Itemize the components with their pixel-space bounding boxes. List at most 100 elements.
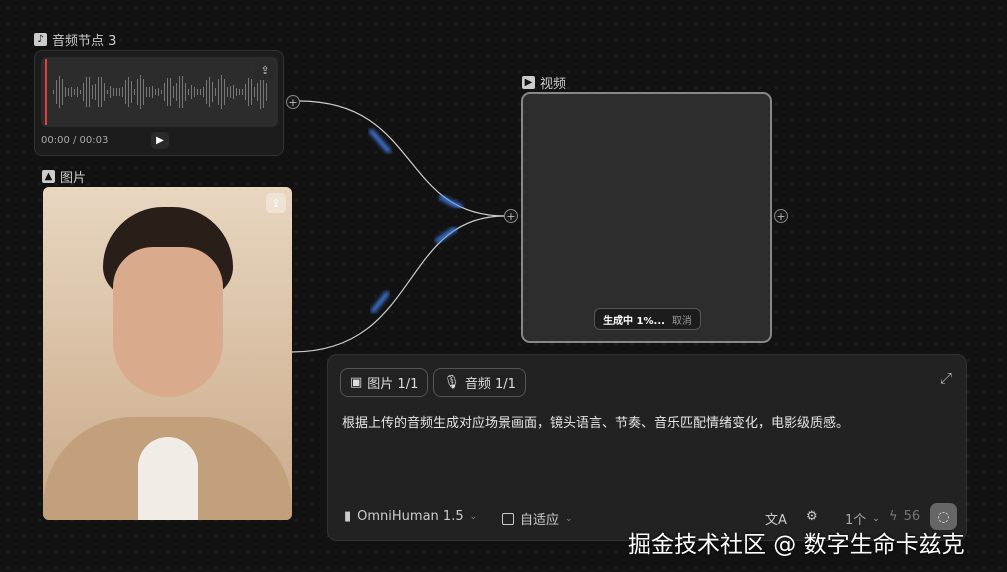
waveform-bar: [59, 75, 60, 109]
portrait-image[interactable]: ⇪: [43, 187, 292, 520]
watermark: 掘金技术社区 @ 数字生命卡兹克: [628, 532, 965, 558]
waveform-bar: [179, 75, 180, 109]
waveform-bar: [170, 78, 171, 106]
expand-icon[interactable]: ⤢: [940, 369, 952, 387]
waveform[interactable]: ⇪: [41, 57, 278, 127]
music-note-icon: ♪: [34, 33, 47, 46]
sliders-icon: ⚙: [806, 509, 818, 524]
waveform-bar: [152, 86, 153, 98]
waveform-bar: [227, 87, 228, 97]
waveform-bar: [212, 81, 213, 103]
waveform-bar: [116, 88, 117, 96]
waveform-bar: [173, 85, 174, 99]
waveform-bar: [89, 77, 90, 107]
credits: ϟ 56: [889, 509, 921, 524]
waveform-bar: [218, 78, 219, 106]
audio-time: 00:00 / 00:03: [41, 135, 109, 146]
waveform-bar: [236, 88, 237, 96]
prompt-input[interactable]: 根据上传的音频生成对应场景画面，镜头语言、节奏、音乐匹配情绪变化，电影级质感。: [342, 412, 942, 431]
waveform-bar: [131, 80, 132, 104]
waveform-bar: [221, 74, 222, 110]
video-node-label: ▶ 视频: [522, 73, 566, 92]
waveform-bar: [266, 83, 267, 101]
video-input-port[interactable]: +: [504, 209, 518, 223]
waveform-bar: [161, 89, 162, 95]
waveform-bar: [260, 75, 261, 109]
waveform-bar: [104, 82, 105, 102]
chevron-down-icon: ⌄: [565, 513, 573, 524]
audio-reference-chip[interactable]: 🎙 音频 1/1: [433, 368, 526, 397]
play-button[interactable]: ▶: [151, 132, 169, 149]
waveform-bar: [176, 83, 177, 101]
waveform-bar: [122, 86, 123, 98]
cancel-button[interactable]: 取消: [672, 312, 692, 327]
audio-output-port[interactable]: +: [286, 95, 300, 109]
waveform-bar: [53, 90, 54, 94]
waveform-bar: [65, 86, 66, 98]
status-text: 生成中 1%...: [603, 315, 665, 327]
waveform-bar: [125, 79, 126, 105]
loading-spinner-icon: ◌: [937, 508, 950, 525]
waveform-bar: [128, 76, 129, 108]
waveform-bar: [155, 89, 156, 95]
waveform-bar: [245, 83, 246, 101]
upload-icon[interactable]: ⇪: [255, 60, 275, 80]
lightning-icon: ϟ: [889, 509, 898, 524]
chevron-down-icon: ⌄: [469, 511, 478, 522]
image-icon: ▣: [350, 375, 363, 390]
waveform-bar: [239, 88, 240, 96]
playhead[interactable]: [45, 59, 47, 125]
waveform-bar: [101, 76, 102, 108]
video-node-card[interactable]: 生成中 1%... 取消: [521, 92, 772, 343]
waveform-bar: [107, 89, 108, 95]
waveform-bar: [167, 77, 168, 107]
play-icon: ▶: [522, 76, 535, 89]
waveform-bar: [263, 75, 264, 109]
waveform-bar: [80, 89, 81, 95]
waveform-bar: [83, 83, 84, 101]
waveform-bar: [71, 87, 72, 97]
audio-node-label: ♪ 音频节点 3: [34, 30, 116, 49]
generation-status: 生成中 1%... 取消: [594, 308, 701, 330]
waveform-bar: [230, 86, 231, 98]
waveform-bar: [188, 89, 189, 95]
microphone-icon: 🎙: [443, 375, 460, 390]
waveform-bar: [92, 84, 93, 100]
waveform-bar: [206, 80, 207, 104]
waveform-bar: [197, 89, 198, 95]
waveform-bar: [134, 89, 135, 95]
ratio-select[interactable]: 自适应 ⌄: [502, 509, 573, 528]
waveform-bar: [113, 88, 114, 96]
face: [113, 247, 223, 397]
waveform-bar: [149, 86, 150, 98]
bar-chart-icon: ▮: [344, 509, 352, 524]
image-node-label: ▲ 图片: [42, 167, 86, 186]
chevron-down-icon: ⌄: [872, 513, 880, 524]
waveform-bar: [185, 82, 186, 102]
video-output-port[interactable]: +: [774, 209, 788, 223]
waveform-bar: [248, 78, 249, 106]
waveform-bar: [191, 85, 192, 99]
waveform-bar: [215, 88, 216, 96]
waveform-bar: [194, 87, 195, 97]
waveform-bar: [110, 86, 111, 98]
upload-icon[interactable]: ⇪: [266, 193, 286, 213]
waveform-bar: [140, 75, 141, 109]
waveform-bar: [209, 77, 210, 107]
settings-button[interactable]: ⚙: [806, 509, 818, 524]
waveform-bar: [203, 86, 204, 98]
waveform-bar: [182, 76, 183, 108]
waveform-bar: [143, 79, 144, 105]
waveform-bar: [68, 87, 69, 97]
waveform-bar: [254, 86, 255, 98]
waveform-bar: [200, 88, 201, 96]
image-reference-chip[interactable]: ▣ 图片 1/1: [340, 368, 429, 397]
waveform-bar: [62, 79, 63, 105]
shirt: [138, 437, 198, 520]
model-select[interactable]: ▮ OmniHuman 1.5 ⌄: [344, 509, 477, 524]
image-icon: ▲: [42, 170, 55, 183]
waveform-bar: [86, 77, 87, 107]
waveform-bar: [251, 78, 252, 106]
audio-node-card[interactable]: ⇪ 00:00 / 00:03 ▶: [34, 50, 284, 156]
waveform-bar: [233, 85, 234, 99]
